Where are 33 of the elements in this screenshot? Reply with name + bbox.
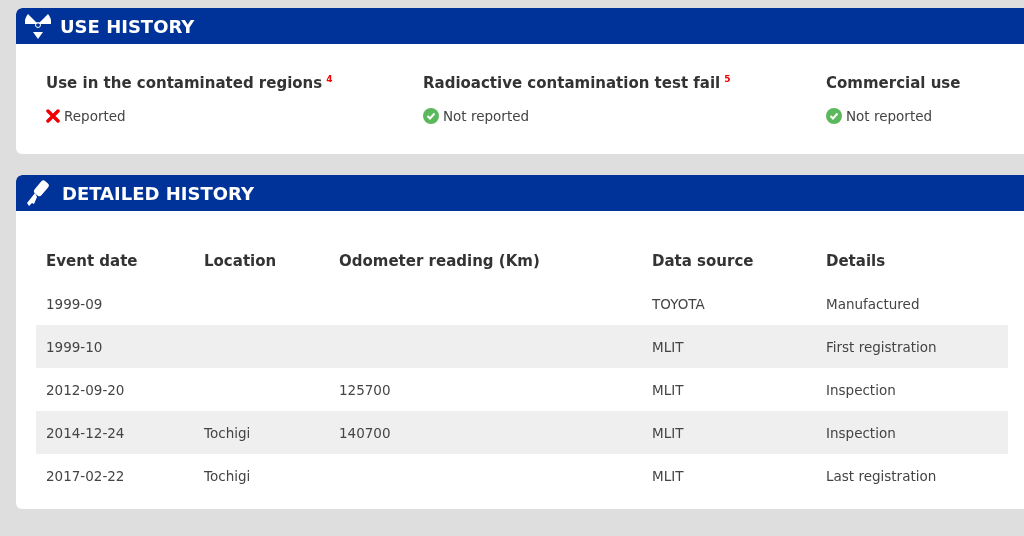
table-cell-text: 140700 — [339, 424, 392, 441]
table-cell-text: Inspection — [826, 424, 897, 441]
table-cell-text: 2012-09-20 — [46, 381, 126, 398]
table-cell-text: MLIT — [652, 338, 685, 355]
section-title: USE HISTORY — [60, 15, 195, 37]
radiation-icon — [24, 12, 52, 40]
table-cell-text: Last registration — [826, 467, 938, 484]
use-label: Radioactive contamination test fail $^{5}$ — [423, 74, 732, 92]
table-cell-text: MLIT — [652, 467, 685, 484]
table-cell-text: 2017-02-22 — [46, 467, 126, 484]
table-cell-text: TOYOTA — [652, 295, 706, 312]
table-cell-text: 125700 — [339, 381, 392, 398]
table-cell-text: First registration — [826, 338, 938, 355]
column-header: Event date — [46, 251, 139, 270]
table-cell-text: Manufactured — [826, 295, 921, 312]
column-header: Data source — [652, 251, 755, 270]
table-cell-text: 2014-12-24 — [46, 424, 126, 441]
column-header: Details — [826, 251, 887, 270]
table-cell-text: MLIT — [652, 381, 685, 398]
table-cell-text: MLIT — [652, 424, 685, 441]
status-text: Not reported — [846, 108, 933, 124]
status-text: Not reported — [443, 108, 530, 124]
use-label: Use in the contaminated regions $^{4}$ — [46, 74, 334, 92]
status-text: Reported — [64, 108, 126, 124]
column-header: Location — [204, 251, 278, 270]
use-label: Commercial use — [826, 74, 962, 92]
column-header: Odometer reading (Km) — [339, 251, 541, 270]
section-title: DETAILED HISTORY — [62, 182, 254, 204]
table-cell-text: Inspection — [826, 381, 897, 398]
table-cell-text: 1999-10 — [46, 338, 104, 355]
table-cell-text: Tochigi — [204, 424, 252, 441]
table-cell-text: Tochigi — [204, 467, 252, 484]
table-cell-text: 1999-09 — [46, 295, 104, 312]
